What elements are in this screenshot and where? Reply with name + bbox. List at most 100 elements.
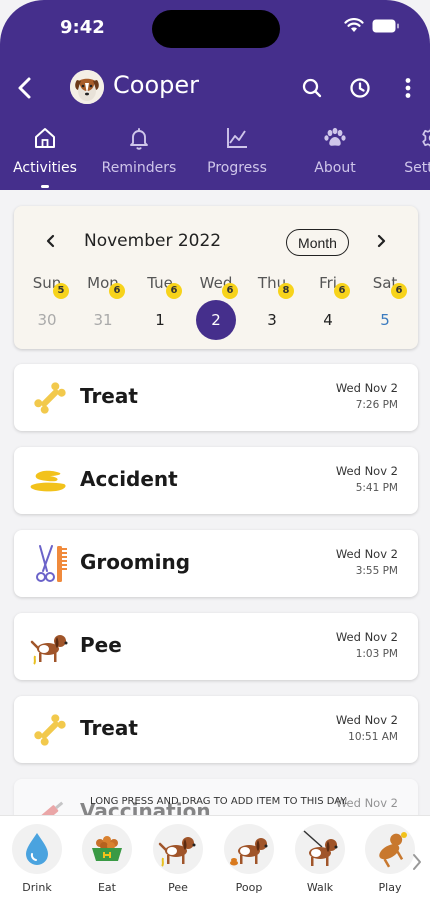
quick-add-pee[interactable]: Pee [149,824,207,894]
month-view-button[interactable]: Month [286,229,349,256]
day-number: 2 [196,300,236,340]
activity-date: Wed Nov 2 [335,381,398,395]
week-calendar: November 2022 Month Sun 30 5 Mon 31 6 Tu… [14,206,418,349]
tray-label: Poop [235,881,263,894]
tray-label: Pee [168,881,188,894]
activity-title: Treat [80,716,138,740]
bell-icon [130,128,148,150]
calendar-day: Tue 1 6 [132,274,188,340]
calendar-day: Sun 30 5 [19,274,75,340]
activity-time: 5:41 PM [355,482,398,494]
back-arrow-icon[interactable] [10,72,42,104]
tab-label: Reminders [101,160,177,176]
tray-label: Play [378,881,402,894]
tab-settings[interactable]: Settings [384,122,430,188]
header: 9:42 Cooper Activities Reminders Progres… [0,0,430,190]
activity-time: 7:26 PM [355,399,398,411]
more-vertical-icon[interactable] [394,74,422,102]
tray-label: Walk [306,881,334,894]
activity-date: Wed Nov 2 [335,547,398,561]
food-bowl-icon [92,836,122,861]
tab-activities[interactable]: Activities [0,122,90,188]
day-cell[interactable]: 5 6 [365,283,407,340]
gear-icon [422,128,430,148]
chart-icon [227,128,247,148]
day-cell[interactable]: 4 6 [308,283,350,340]
activity-time: 1:03 PM [355,648,398,660]
day-cell-selected[interactable]: 2 6 [196,283,238,340]
top-bar: Cooper [0,66,430,110]
activity-card-pee[interactable]: Pee Wed Nov 2 1:03 PM [14,613,418,680]
app-screen: 9:42 Cooper Activities Reminders Progres… [0,0,430,900]
dog-poop-icon [230,838,268,866]
activity-title: Grooming [80,550,191,574]
day-cell[interactable]: 31 6 [83,283,125,340]
activity-count-badge: 6 [166,283,182,299]
activity-date: Wed Nov 2 [335,464,398,478]
day-number: 3 [267,311,277,329]
activity-count-badge: 6 [391,283,407,299]
battery-icon [372,19,399,32]
dog-pee-icon [30,635,68,665]
calendar-month-title: November 2022 [84,231,222,251]
dog-pee-icon [158,837,196,867]
activity-date: Wed Nov 2 [335,713,398,727]
water-drop-icon [26,833,48,865]
activity-card-accident[interactable]: Accident Wed Nov 2 5:41 PM [14,447,418,514]
activity-title: Pee [80,633,122,657]
day-number: 31 [93,311,113,329]
calendar-day: Mon 31 6 [75,274,131,340]
quick-add-eat[interactable]: Eat [78,824,136,894]
dynamic-island [152,10,280,48]
calendar-day: Sat 5 6 [357,274,413,340]
chevron-right-icon[interactable] [410,852,424,872]
wifi-icon [344,18,364,32]
day-number: 4 [323,311,333,329]
calendar-day: Fri 4 6 [300,274,356,340]
tab-label: About [314,160,356,176]
quick-add-drink[interactable]: Drink [8,824,66,894]
day-cell[interactable]: 1 6 [140,283,182,340]
search-icon[interactable] [298,74,326,102]
status-time: 9:42 [60,17,105,38]
chevron-right-icon[interactable] [372,232,390,250]
dog-play-icon [379,832,407,868]
activity-time: 10:51 AM [348,731,398,743]
tab-progress[interactable]: Progress [188,122,286,188]
day-number: 1 [155,311,165,329]
drag-hint: LONG PRESS AND DRAG TO ADD ITEM TO THIS … [90,796,348,807]
bone-icon [34,714,66,746]
activity-count-badge: 8 [278,283,294,299]
history-clock-icon[interactable] [346,74,374,102]
day-cell[interactable]: 30 5 [27,283,69,340]
activity-card-treat[interactable]: Treat Wed Nov 2 10:51 AM [14,696,418,763]
puddle-icon [30,470,66,492]
day-cell[interactable]: 3 8 [252,283,294,340]
activity-time: 3:55 PM [355,565,398,577]
quick-add-poop[interactable]: Poop [220,824,278,894]
calendar-day: Thu 3 8 [244,274,300,340]
activity-title: Accident [80,467,178,491]
chevron-left-icon[interactable] [42,232,60,250]
tab-label: Activities [13,160,77,176]
activity-card-treat[interactable]: Treat Wed Nov 2 7:26 PM [14,364,418,431]
active-tab-indicator [41,185,49,188]
tab-reminders[interactable]: Reminders [90,122,188,188]
paw-icon [324,127,346,146]
activity-count-badge: 6 [334,283,350,299]
activity-count-badge: 5 [53,283,69,299]
activity-title: Treat [80,384,138,408]
tab-bar: Activities Reminders Progress About Sett [0,122,430,188]
tray-label: Drink [22,881,52,894]
tab-about[interactable]: About [286,122,384,188]
calendar-day: Wed 2 6 [188,274,244,340]
tab-label: Settings [404,160,430,176]
avatar[interactable] [70,70,104,104]
activity-card-grooming[interactable]: Grooming Wed Nov 2 3:55 PM [14,530,418,597]
tab-label: Progress [207,160,267,176]
house-icon [35,128,55,148]
status-icons [344,18,400,33]
bone-icon [34,382,66,414]
quick-add-walk[interactable]: Walk [291,824,349,894]
activity-count-badge: 6 [222,283,238,299]
